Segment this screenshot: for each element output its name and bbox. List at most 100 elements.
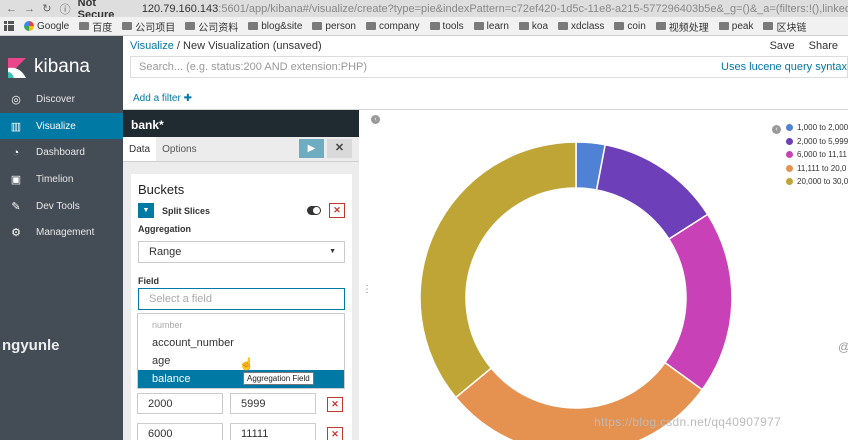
bookmark-folder[interactable]: coin <box>614 21 651 32</box>
bookmark-folder[interactable]: xdclass <box>558 21 610 32</box>
aggregation-label: Aggregation <box>138 224 191 234</box>
apps-icon[interactable] <box>4 21 20 31</box>
bookmark-baidu[interactable]: 百度 <box>79 19 118 34</box>
remove-range-button[interactable]: ✕ <box>327 397 343 412</box>
pointer-cursor-icon: ☝ <box>239 357 254 371</box>
reload-icon[interactable]: ↻ <box>42 2 52 15</box>
bookmark-folder[interactable]: blog&site <box>248 21 308 32</box>
search-input[interactable]: Search... (e.g. status:200 AND extension… <box>139 61 721 73</box>
legend-label: 2,000 to 5,999 <box>797 136 848 146</box>
back-icon[interactable]: ← <box>6 3 17 15</box>
discard-button[interactable]: ✕ <box>327 139 352 158</box>
field-label: Field <box>138 276 160 286</box>
bookmark-folder[interactable]: tools <box>429 21 470 32</box>
collapse-sidebar-button[interactable]: ‹ <box>371 115 380 124</box>
bookmark-folder[interactable]: 公司项目 <box>122 19 181 34</box>
legend-item[interactable]: 11,111 to 20,0 <box>786 162 848 176</box>
range-from-input[interactable]: 2000 <box>137 393 223 414</box>
legend-item[interactable]: 1,000 to 2,000 <box>786 121 848 135</box>
page-icon <box>79 22 90 30</box>
legend-toggle-button[interactable]: ‹ <box>772 125 781 134</box>
bookmark-folder[interactable]: peak <box>718 21 760 32</box>
donut-chart <box>419 141 733 440</box>
remove-bucket-button[interactable]: ✕ <box>329 203 345 218</box>
bookmark-folder[interactable]: company <box>365 21 426 32</box>
bookmark-folder[interactable]: 公司资料 <box>185 19 244 34</box>
tab-options[interactable]: Options <box>156 137 202 161</box>
legend-item[interactable]: 6,000 to 11,11 <box>786 148 848 162</box>
bookmark-folder[interactable]: learn <box>473 21 515 32</box>
tab-data[interactable]: Data <box>123 137 157 161</box>
legend-label: 11,111 to 20,0 <box>797 163 847 173</box>
split-slices-label: Split Slices <box>162 205 211 216</box>
folder-icon <box>763 22 774 30</box>
play-icon: ▶ <box>307 143 316 154</box>
legend-label: 20,000 to 30,0 <box>797 177 848 187</box>
nav-discover[interactable]: ◎ Discover <box>0 86 123 113</box>
range-to-input[interactable]: 11111 <box>230 423 316 440</box>
legend-item[interactable]: 20,000 to 30,0 <box>786 175 848 189</box>
field-placeholder: Select a field <box>149 293 212 305</box>
nav-timelion[interactable]: ▣ Timelion <box>0 166 123 193</box>
add-filter-button[interactable]: Add a filter ✚ <box>133 93 192 104</box>
legend-item[interactable]: 2,000 to 5,999 <box>786 135 848 149</box>
breadcrumb-visualize-link[interactable]: Visualize <box>130 40 174 52</box>
url-field[interactable]: 120.79.160.143:5601/app/kibana#/visualiz… <box>142 3 848 15</box>
bookmark-folder[interactable]: 区块链 <box>763 19 812 34</box>
breadcrumb-current: New Visualization (unsaved) <box>183 40 322 52</box>
pie-slice[interactable] <box>419 141 577 399</box>
pie-slice[interactable] <box>663 213 733 391</box>
wrench-icon: ✎ <box>11 200 21 213</box>
dashboard-icon: ◔ <box>12 146 20 159</box>
nav-management[interactable]: ⚙ Management <box>0 219 123 246</box>
legend-swatch-icon <box>786 178 793 186</box>
breadcrumb: Visualize / New Visualization (unsaved) <box>130 40 322 52</box>
folder-icon <box>185 22 196 30</box>
forward-icon[interactable]: → <box>24 3 35 15</box>
gear-icon: ⚙ <box>11 227 21 240</box>
editor-tabs: Data Options ▶ ✕ <box>123 137 359 162</box>
range-to-input[interactable]: 5999 <box>230 393 316 414</box>
share-button[interactable]: Share <box>809 40 838 52</box>
field-search-input[interactable]: Select a field <box>138 288 345 310</box>
lucene-syntax-link[interactable]: Uses lucene query syntax <box>721 61 847 73</box>
nav-dashboard[interactable]: ◔ Dashboard <box>0 139 123 166</box>
collapse-bucket-button[interactable]: ▼ <box>138 203 154 218</box>
remove-range-button[interactable]: ✕ <box>327 427 343 440</box>
folder-icon <box>312 22 323 30</box>
legend-label: 1,000 to 2,000 <box>797 123 848 133</box>
aggregation-value: Range <box>149 246 182 258</box>
bookmark-folder[interactable]: koa <box>518 21 554 32</box>
nav-visualize[interactable]: ▥ Visualize <box>0 112 123 140</box>
folder-icon <box>655 22 666 30</box>
legend-swatch-icon <box>786 151 793 159</box>
resize-handle-icon[interactable]: ⋮ <box>362 284 372 295</box>
kibana-logo[interactable]: kibana <box>0 36 123 86</box>
info-icon[interactable]: ⓘ <box>60 1 71 17</box>
folder-icon <box>365 22 376 30</box>
compass-icon: ◎ <box>11 93 21 106</box>
aggregation-select[interactable]: Range ▼ <box>138 241 345 263</box>
bar-chart-icon: ▥ <box>10 120 22 133</box>
folder-icon <box>718 22 729 30</box>
chevron-down-icon: ▼ <box>142 207 150 214</box>
save-button[interactable]: Save <box>770 40 795 52</box>
query-bar[interactable]: Search... (e.g. status:200 AND extension… <box>130 56 848 78</box>
dropdown-item-account-number[interactable]: account_number <box>138 334 344 352</box>
close-icon: ✕ <box>334 142 345 154</box>
folder-icon <box>518 22 529 30</box>
legend-swatch-icon <box>786 164 793 172</box>
url-path: :5601/app/kibana#/visualize/create?type=… <box>218 2 848 15</box>
kibana-logo-icon <box>8 58 26 78</box>
range-from-input[interactable]: 6000 <box>137 423 223 440</box>
toggle-bucket-switch[interactable] <box>307 206 321 215</box>
browser-address-bar: ← → ↻ ⓘ Not Secure 120.79.160.143:5601/a… <box>0 0 848 21</box>
bookmark-folder[interactable]: person <box>312 21 362 32</box>
apply-button[interactable]: ▶ <box>299 139 324 158</box>
tooltip: Aggregation Field <box>243 372 314 385</box>
nav-dev-tools[interactable]: ✎ Dev Tools <box>0 193 123 220</box>
bookmark-google[interactable]: Google <box>24 21 75 32</box>
bookmark-folder[interactable]: 视频处理 <box>655 19 715 34</box>
legend-label: 6,000 to 11,11 <box>797 150 847 160</box>
folder-icon <box>122 22 133 30</box>
